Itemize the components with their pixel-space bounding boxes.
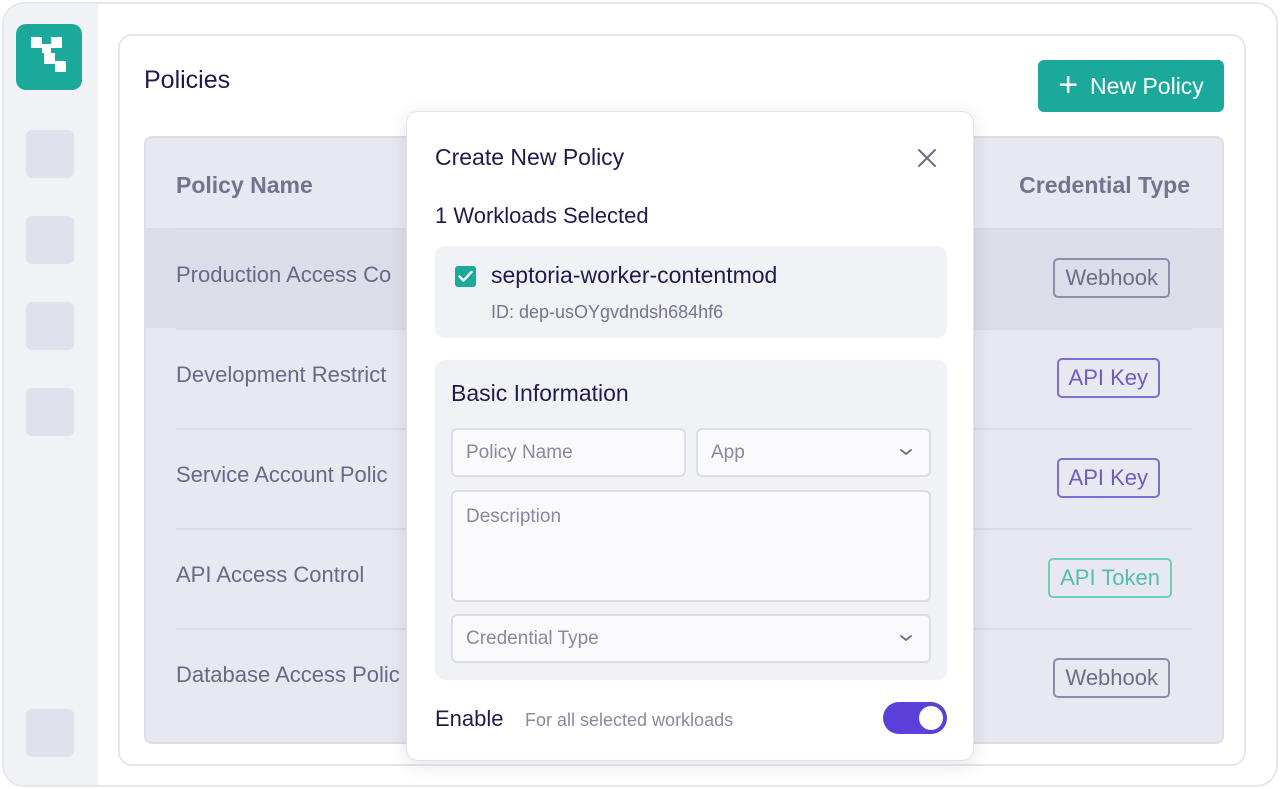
column-header-credential-type[interactable]: Credential Type (1019, 172, 1190, 199)
credential-badge: API Token (1048, 558, 1172, 598)
credential-badge: Webhook (1053, 258, 1170, 298)
plus-icon: + (1058, 65, 1079, 104)
app-select[interactable]: App (696, 428, 931, 477)
column-header-policy-name[interactable]: Policy Name (176, 172, 313, 199)
credential-badge: Webhook (1053, 658, 1170, 698)
credential-type-placeholder: Credential Type (466, 628, 599, 649)
credential-type-select[interactable]: Credential Type (451, 614, 931, 663)
sidebar-item-3[interactable] (26, 302, 74, 350)
workload-name: septoria-worker-contentmod (491, 262, 778, 288)
policy-name-input[interactable]: Policy Name (451, 428, 686, 477)
sidebar-item-1[interactable] (26, 130, 74, 178)
logo-icon (31, 37, 66, 72)
check-icon (458, 270, 473, 282)
policy-name-cell: API Access Control (176, 562, 365, 587)
toggle-knob (919, 706, 943, 730)
workload-checkbox[interactable] (455, 266, 476, 287)
policy-name-cell: Service Account Polic (176, 462, 388, 487)
credential-badge: API Key (1056, 358, 1160, 398)
enable-toggle[interactable] (883, 702, 947, 734)
sidebar-item-bottom[interactable] (26, 709, 74, 757)
selected-count: 1 Workloads Selected (435, 203, 649, 228)
sidebar (4, 4, 98, 785)
modal-title: Create New Policy (435, 144, 625, 170)
section-title: Basic Information (451, 380, 629, 406)
credential-badge: API Key (1056, 458, 1160, 498)
page-title: Policies (144, 66, 231, 94)
new-policy-label: New Policy (1090, 72, 1204, 99)
basic-information-section: Basic Information Policy Name App Descri… (435, 360, 947, 680)
chevron-down-icon (900, 635, 912, 641)
create-policy-modal: Create New Policy 1 Workloads Selected s… (406, 111, 974, 761)
app-placeholder: App (711, 442, 745, 463)
policy-name-cell: Production Access Co (176, 262, 392, 287)
workload-item: septoria-worker-contentmod ID: dep-usOYg… (435, 246, 947, 338)
new-policy-button[interactable]: + New Policy (1038, 60, 1224, 112)
app-logo[interactable] (16, 24, 82, 90)
sidebar-item-2[interactable] (26, 216, 74, 264)
sidebar-item-4[interactable] (26, 388, 74, 436)
policy-name-cell: Database Access Polic (176, 662, 400, 687)
workload-id: ID: dep-usOYgvdndsh684hf6 (491, 302, 724, 322)
enable-label: Enable (435, 706, 504, 731)
policy-name-cell: Development Restrict (176, 362, 387, 387)
description-textarea[interactable]: Description (451, 490, 931, 602)
chevron-down-icon (900, 449, 912, 455)
policy-name-placeholder: Policy Name (466, 442, 573, 463)
close-icon[interactable] (915, 146, 939, 170)
description-placeholder: Description (466, 506, 562, 527)
enable-description: For all selected workloads (525, 710, 734, 730)
